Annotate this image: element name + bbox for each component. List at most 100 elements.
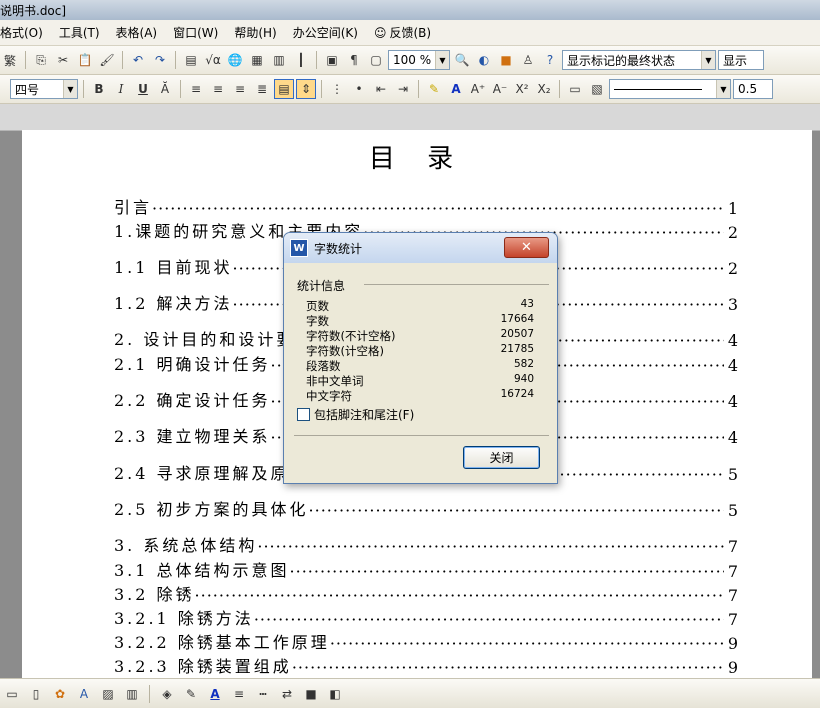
align-center-icon[interactable]: ≡ bbox=[208, 79, 228, 99]
menu-office-space[interactable]: 办公空间(K) bbox=[285, 24, 366, 41]
hyperlink-icon[interactable]: 🌐 bbox=[225, 50, 245, 70]
insert-table-icon[interactable]: ▦ bbox=[247, 50, 267, 70]
redo-icon[interactable]: ↷ bbox=[150, 50, 170, 70]
dash-style-icon[interactable]: ┅ bbox=[253, 684, 273, 704]
document-map-icon[interactable]: ▣ bbox=[322, 50, 342, 70]
cut-icon[interactable]: ✂ bbox=[53, 50, 73, 70]
text-box-icon[interactable]: ▭ bbox=[565, 79, 585, 99]
toc-entry[interactable]: 3. 系统总体结构 7 bbox=[114, 532, 738, 556]
toc-page-number: 9 bbox=[727, 634, 738, 653]
vertical-textbox-icon[interactable]: ▯ bbox=[26, 684, 46, 704]
font-color-icon[interactable]: A bbox=[205, 684, 225, 704]
distributed-align-icon[interactable]: ▤ bbox=[274, 79, 294, 99]
char-scale-icon[interactable]: Ă bbox=[155, 79, 175, 99]
track-changes-display-value: 显示标记的最终状态 bbox=[567, 53, 676, 68]
fill-color-icon[interactable]: ◈ bbox=[157, 684, 177, 704]
close-button[interactable]: 关闭 bbox=[463, 446, 540, 469]
line-color-icon[interactable]: ✎ bbox=[181, 684, 201, 704]
toc-page-number: 4 bbox=[727, 392, 738, 411]
justify-icon[interactable]: ≣ bbox=[252, 79, 272, 99]
resource-icon[interactable]: ■ bbox=[496, 50, 516, 70]
highlight-icon[interactable]: ✎ bbox=[424, 79, 444, 99]
textbox-icon[interactable]: ▭ bbox=[2, 684, 22, 704]
dialog-title: 字数统计 bbox=[314, 241, 363, 256]
template-icon[interactable]: ♙ bbox=[518, 50, 538, 70]
track-changes-display-select[interactable]: 显示标记的最终状态 ▼ bbox=[562, 50, 716, 70]
align-right-icon[interactable]: ≡ bbox=[230, 79, 250, 99]
3d-icon[interactable]: ◧ bbox=[325, 684, 345, 704]
find-icon[interactable]: 🔍 bbox=[452, 50, 472, 70]
menu-tools[interactable]: 工具(T) bbox=[51, 24, 108, 41]
format-painter-icon[interactable]: 🖌 bbox=[97, 50, 117, 70]
shadow-icon[interactable]: ■ bbox=[301, 684, 321, 704]
toc-entry[interactable]: 3.2.1 除锈方法 7 bbox=[114, 605, 738, 629]
font-size-select[interactable]: 四号 ▼ bbox=[10, 79, 78, 99]
picture-icon[interactable]: ▨ bbox=[98, 684, 118, 704]
toc-entry[interactable]: 3.2.3 除锈装置组成 9 bbox=[114, 653, 738, 677]
traditional-chinese-button[interactable]: 繁 bbox=[0, 50, 20, 70]
decrease-indent-icon[interactable]: ⇤ bbox=[371, 79, 391, 99]
bold-button[interactable]: B bbox=[89, 79, 109, 99]
drawing-icon[interactable]: ┃ bbox=[291, 50, 311, 70]
copy-icon[interactable]: ⎘ bbox=[31, 50, 51, 70]
grow-font-icon[interactable]: A⁺ bbox=[468, 79, 488, 99]
toolbar-separator bbox=[25, 51, 26, 69]
line-width-select[interactable]: 0.5 bbox=[733, 79, 773, 99]
toc-entry[interactable]: 3.1 总体结构示意图 7 bbox=[114, 557, 738, 581]
border-icon[interactable]: ▧ bbox=[587, 79, 607, 99]
increase-indent-icon[interactable]: ⇥ bbox=[393, 79, 413, 99]
dictionary-icon[interactable]: ◐ bbox=[474, 50, 494, 70]
toc-leader bbox=[195, 586, 724, 605]
toc-entry[interactable]: 2.5 初步方案的具体化 5 bbox=[114, 496, 738, 520]
superscript-icon[interactable]: X² bbox=[512, 79, 532, 99]
show-select[interactable]: 显示 bbox=[718, 50, 764, 70]
undo-icon[interactable]: ↶ bbox=[128, 50, 148, 70]
line-style-select[interactable]: ▼ bbox=[609, 79, 731, 99]
help-icon[interactable]: ? bbox=[540, 50, 560, 70]
drawing-toolbar: ▭ ▯ ✿ A ▨ ▥ ◈ ✎ A ≡ ┅ ⇄ ■ ◧ bbox=[0, 678, 820, 708]
toc-entry-text: 2.3 建立物理关系 bbox=[114, 423, 271, 447]
dialog-close-icon[interactable]: ✕ bbox=[504, 237, 549, 258]
menu-help[interactable]: 帮助(H) bbox=[226, 24, 284, 41]
menu-window[interactable]: 窗口(W) bbox=[165, 24, 226, 41]
font-color-icon[interactable]: A bbox=[446, 79, 466, 99]
menu-format[interactable]: 格式(O) bbox=[0, 24, 51, 41]
shrink-font-icon[interactable]: A⁻ bbox=[490, 79, 510, 99]
formula-icon[interactable]: √α bbox=[203, 50, 223, 70]
paste-icon[interactable]: 📋 bbox=[75, 50, 95, 70]
zoom-icon[interactable]: ▢ bbox=[366, 50, 386, 70]
menu-table[interactable]: 表格(A) bbox=[108, 24, 166, 41]
italic-button[interactable]: I bbox=[111, 79, 131, 99]
chart-icon[interactable]: ▥ bbox=[122, 684, 142, 704]
toolbar-separator bbox=[175, 51, 176, 69]
include-footnotes-checkbox[interactable] bbox=[297, 408, 310, 421]
align-left-icon[interactable]: ≡ bbox=[186, 79, 206, 99]
show-marks-icon[interactable]: ¶ bbox=[344, 50, 364, 70]
clipart-icon[interactable]: ✿ bbox=[50, 684, 70, 704]
zoom-select[interactable]: 100 % ▼ bbox=[388, 50, 450, 70]
menu-feedback[interactable]: ☺ 反馈(B) bbox=[366, 24, 439, 41]
toc-entry[interactable]: 引言 1 bbox=[114, 194, 738, 218]
stat-row: 非中文单词 940 bbox=[306, 373, 534, 388]
line-style-icon[interactable]: ≡ bbox=[229, 684, 249, 704]
arrow-style-icon[interactable]: ⇄ bbox=[277, 684, 297, 704]
columns-icon[interactable]: ▥ bbox=[269, 50, 289, 70]
formatting-toolbar: 四号 ▼ B I U Ă ≡ ≡ ≡ ≣ ▤ ⇕ ⋮ • ⇤ ⇥ ✎ A A⁺ … bbox=[0, 75, 820, 104]
toc-entry[interactable]: 3.2.2 除锈基本工作原理 9 bbox=[114, 629, 738, 653]
dialog-title-bar[interactable]: W 字数统计 ✕ bbox=[284, 233, 557, 263]
wordart-icon[interactable]: A bbox=[74, 684, 94, 704]
subscript-icon[interactable]: X₂ bbox=[534, 79, 554, 99]
bulleted-list-icon[interactable]: • bbox=[349, 79, 369, 99]
include-footnotes-option[interactable]: 包括脚注和尾注(F) bbox=[297, 406, 414, 423]
toc-page-number: 2 bbox=[727, 223, 738, 242]
toc-entry-text: 2.1 明确设计任务 bbox=[114, 351, 271, 375]
numbered-list-icon[interactable]: ⋮ bbox=[327, 79, 347, 99]
toolbar-separator bbox=[321, 80, 322, 98]
insert-object-icon[interactable]: ▤ bbox=[181, 50, 201, 70]
window-title: 说明书.doc] bbox=[0, 4, 67, 18]
stat-value: 20507 bbox=[500, 328, 534, 340]
zoom-value: 100 % bbox=[393, 53, 432, 67]
line-spacing-icon[interactable]: ⇕ bbox=[296, 79, 316, 99]
underline-button[interactable]: U bbox=[133, 79, 153, 99]
toc-entry[interactable]: 3.2 除锈 7 bbox=[114, 581, 738, 605]
